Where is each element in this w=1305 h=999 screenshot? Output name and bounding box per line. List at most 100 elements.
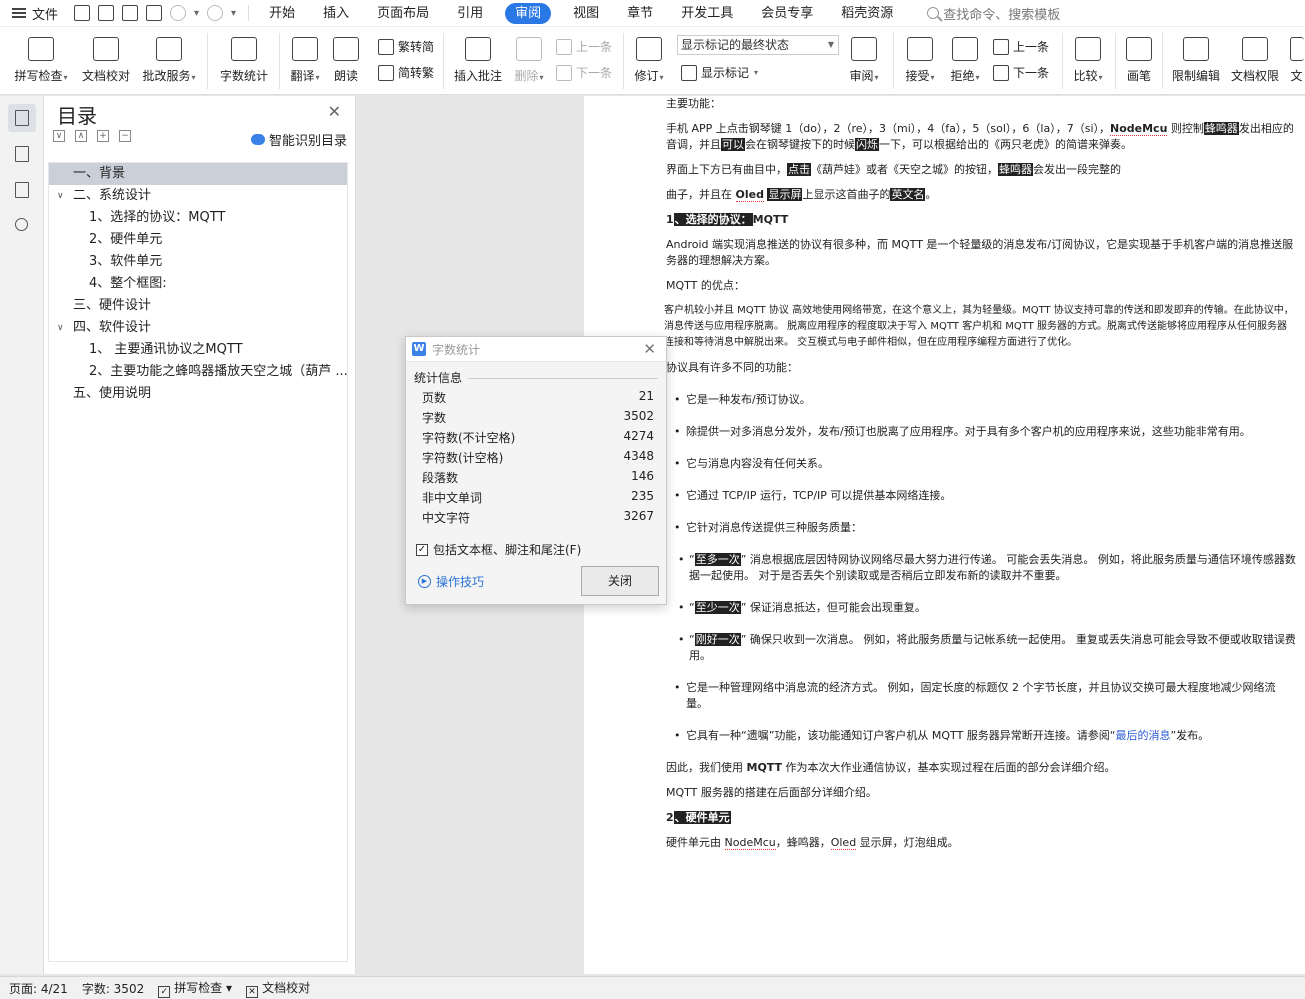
restrict-edit-button[interactable]: 限制编辑 [1170, 27, 1222, 84]
markup-state-select[interactable]: 显示标记的最终状态 ▼ [677, 35, 839, 55]
next-comment-button[interactable]: 下一条 [556, 64, 612, 81]
toc-item[interactable]: 2、硬件单元 [49, 229, 347, 251]
close-icon[interactable]: ✕ [643, 340, 656, 358]
prev-change-button[interactable]: 上一条 [993, 38, 1049, 55]
chapter-nav-button[interactable] [8, 140, 36, 168]
trad-to-simp-button[interactable]: 繁转简 [378, 38, 434, 55]
translate-icon [292, 37, 318, 61]
expand-all-icon[interactable]: ∧ [75, 130, 87, 142]
toc-item[interactable]: 1、 主要通讯协议之MQTT [49, 339, 347, 361]
tab-member[interactable]: 会员专享 [747, 0, 827, 27]
toc-item-label: 4、整个框图: [89, 276, 167, 291]
show-markup-label: 显示标记 [701, 66, 750, 80]
simp-to-trad-button[interactable]: 简转繁 [378, 64, 434, 81]
stat-row: 页数 21 [422, 389, 654, 409]
undo-icon[interactable] [170, 5, 187, 21]
add-heading-icon[interactable]: + [97, 130, 109, 142]
toc-item[interactable]: 3、软件单元 [49, 251, 347, 273]
command-search[interactable]: 查找命令、搜索模板 [927, 4, 1060, 23]
stat-row: 字数 3502 [422, 409, 654, 429]
toc-item[interactable]: 4、整个框图: [49, 273, 347, 295]
prev-comment-button[interactable]: 上一条 [556, 38, 612, 55]
redo-icon[interactable] [207, 5, 224, 21]
wps-writer-window: 文件 ▾ ▾ 开始 插入 页面布局 引用 审阅 视图 章节 开发工具 会员专享 … [0, 0, 1305, 999]
toc-item[interactable]: ∨ 二、系统设计 [49, 185, 347, 207]
reject-button[interactable]: 拒绝▾ [947, 27, 983, 84]
insert-comment-button[interactable]: 插入批注 [452, 27, 504, 84]
tab-docer-resources[interactable]: 稻壳资源 [827, 0, 907, 27]
tab-review[interactable]: 审阅 [505, 2, 552, 24]
dialog-titlebar[interactable]: W 字数统计 [406, 337, 666, 362]
tab-view[interactable]: 视图 [559, 0, 613, 27]
remove-heading-icon[interactable]: − [119, 130, 131, 142]
compare-label: 比较 [1073, 69, 1098, 83]
show-markup-button[interactable]: 显示标记 ▾ [681, 64, 758, 81]
highlight: 点击 [787, 163, 811, 176]
toc-item[interactable]: 五、使用说明 [49, 383, 347, 405]
toc-item[interactable]: 一、背景 [49, 163, 347, 185]
paragraph: Android 端实现消息推送的协议有很多种，而 MQTT 是一个轻量级的消息发… [666, 238, 1294, 267]
tab-page-layout[interactable]: 页面布局 [363, 0, 443, 27]
tab-developer[interactable]: 开发工具 [667, 0, 747, 27]
paragraph: MQTT 服务器的搭建在后面部分详细介绍。 [666, 786, 877, 799]
find-nav-button[interactable] [8, 212, 36, 240]
tab-section[interactable]: 章节 [613, 0, 667, 27]
tab-references[interactable]: 引用 [443, 0, 497, 27]
document-page[interactable]: 主要功能： 手机 APP 上点击钢琴键 1（do），2（re），3（mi），4（… [584, 96, 1305, 974]
file-menu[interactable]: 文件 [0, 0, 68, 27]
tab-insert[interactable]: 插入 [309, 0, 363, 27]
undo-dropdown-icon[interactable]: ▾ [194, 8, 199, 19]
toc-item[interactable]: 2、主要功能之蜂鸣器播放天空之城（葫芦 ... [49, 361, 347, 383]
spell-check-button[interactable]: 拼写检查▾ [12, 27, 70, 84]
doc-proof-status[interactable]: ✕ 文档校对 [246, 979, 310, 998]
toc-item-label: 2、主要功能之蜂鸣器播放天空之城（葫芦 ... [89, 364, 347, 379]
next-change-button[interactable]: 下一条 [993, 64, 1049, 81]
smart-detect-toc-button[interactable]: 智能识别目录 [250, 130, 347, 149]
toc-item[interactable]: ∨ 四、软件设计 [49, 317, 347, 339]
spell-check-status[interactable]: ✓ 拼写检查 ▾ [158, 979, 232, 998]
toc-item[interactable]: 三、硬件设计 [49, 295, 347, 317]
track-changes-button[interactable]: 修订▾ [631, 27, 667, 84]
close-button[interactable]: 关闭 [581, 566, 659, 596]
print-preview-icon[interactable] [146, 5, 163, 21]
include-textbox-checkbox[interactable]: ✓ 包括文本框、脚注和尾注(F) [416, 541, 581, 558]
tips-link[interactable]: ▶ 操作技巧 [418, 573, 484, 590]
divider [248, 5, 250, 21]
highlight: 闪烁 [855, 138, 879, 151]
stat-value: 21 [638, 389, 654, 403]
search-placeholder: 查找命令、搜索模板 [943, 7, 1061, 23]
batch-service-button[interactable]: 批改服务▾ [140, 27, 198, 84]
review-pane-button[interactable]: 审阅▾ [846, 27, 882, 84]
close-icon[interactable]: ✕ [328, 102, 341, 121]
chevron-down-icon[interactable]: ∨ [57, 317, 64, 339]
delete-comment-button[interactable]: 删除▾ [511, 27, 547, 84]
chevron-down-icon[interactable]: ∨ [57, 185, 64, 207]
hyperlink[interactable]: 最后的消息 [1115, 729, 1170, 742]
compare-button[interactable]: 比较▾ [1070, 27, 1106, 84]
translate-button[interactable]: 翻译▾ [287, 27, 323, 84]
word-count-button[interactable]: 字数统计 [218, 27, 270, 84]
accept-button[interactable]: 接受▾ [902, 27, 938, 84]
doc-proof-label: 文档校对 [81, 69, 130, 83]
word-count-indicator[interactable]: 字数: 3502 [82, 980, 144, 997]
text: Oled [735, 188, 764, 202]
page-indicator[interactable]: 页面: 4/21 [9, 980, 68, 997]
customize-toolbar-icon[interactable]: ▾ [231, 8, 236, 19]
doc-proof-button[interactable]: 文档校对 [80, 27, 132, 84]
print-icon[interactable] [122, 5, 139, 21]
text: 显示屏，灯泡组成。 [856, 836, 959, 849]
doc-permission-button[interactable]: 文档权限 [1229, 27, 1281, 84]
bookmark-nav-button[interactable] [8, 176, 36, 204]
toc-item-label: 2、硬件单元 [89, 232, 163, 247]
export-pdf-icon[interactable] [98, 5, 115, 21]
toc-item[interactable]: 1、选择的协议：MQTT [49, 207, 347, 229]
restrict-edit-icon [1183, 37, 1209, 61]
tab-home[interactable]: 开始 [255, 0, 309, 27]
read-aloud-button[interactable]: 朗读 [331, 27, 361, 84]
pen-button[interactable]: 画笔 [1124, 27, 1154, 84]
stat-row: 字符数(计空格) 4348 [422, 449, 654, 469]
doc-more-button[interactable]: 文 [1288, 27, 1305, 84]
save-icon[interactable] [74, 5, 91, 21]
collapse-all-icon[interactable]: ∨ [53, 130, 65, 142]
toc-nav-button[interactable] [8, 104, 36, 132]
